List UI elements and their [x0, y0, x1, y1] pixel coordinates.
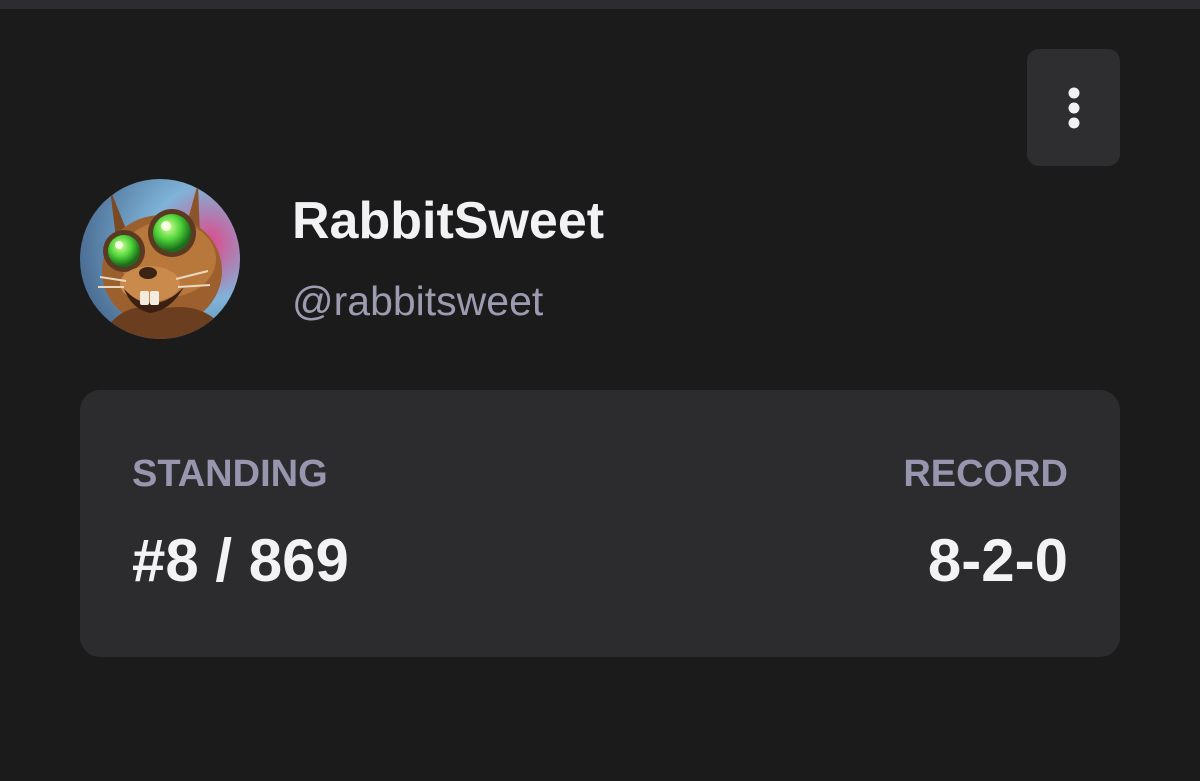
standing-label: STANDING: [132, 453, 328, 495]
stats-card: STANDING #8 / 869 RECORD 8-2-0: [80, 390, 1120, 657]
rabbit-robot-avatar-icon: [80, 179, 240, 339]
profile-card-page: RabbitSweet @rabbitsweet STANDING #8 / 8…: [0, 0, 1200, 781]
standing-value: #8 / 869: [132, 527, 349, 594]
display-name: RabbitSweet: [292, 192, 605, 250]
user-handle: @rabbitsweet: [292, 278, 544, 324]
vertical-ellipsis-icon: [1068, 87, 1079, 128]
record-value: 8-2-0: [927, 527, 1068, 594]
more-options-button[interactable]: [1027, 49, 1120, 166]
avatar[interactable]: [80, 179, 240, 339]
record-label: RECORD: [903, 453, 1068, 495]
top-divider: [0, 0, 1200, 9]
